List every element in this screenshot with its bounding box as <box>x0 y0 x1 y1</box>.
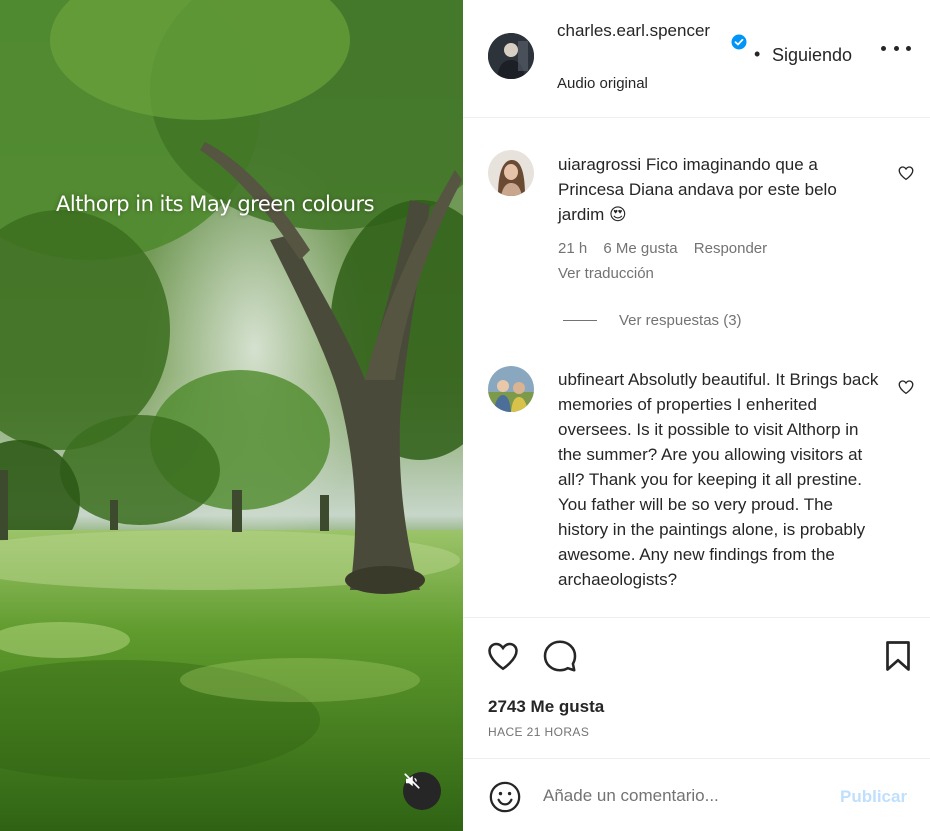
user-avatar-icon <box>488 150 534 196</box>
replies-divider <box>563 320 597 321</box>
comment-bubble-icon[interactable] <box>542 638 578 674</box>
comment-like-heart-icon[interactable] <box>897 164 915 182</box>
comments-list[interactable]: uiaragrossi Fico imaginando que a Prince… <box>463 119 930 617</box>
audio-original-link[interactable]: Audio original <box>557 75 648 92</box>
more-dot <box>893 45 899 51</box>
commenter-avatar[interactable] <box>488 366 534 412</box>
verified-badge-icon <box>731 34 747 50</box>
comment-time: 21 h <box>558 240 588 257</box>
following-button[interactable]: Siguiendo <box>772 45 852 66</box>
likes-count[interactable]: 2743 Me gusta <box>488 697 604 717</box>
post-header: charles.earl.spencer • Siguiendo Audio o… <box>463 0 930 118</box>
comment-likes-count[interactable]: 6 Me gusta <box>603 240 677 257</box>
commenter-avatar[interactable] <box>488 150 534 196</box>
instagram-post-modal: Althorp in its May green colours charles… <box>0 0 930 831</box>
speaker-muted-icon <box>404 773 420 789</box>
reply-button[interactable]: Responder <box>694 240 767 257</box>
comment-text: ubfineart Absolutly beautiful. It Brings… <box>558 367 886 592</box>
video-caption-overlay: Althorp in its May green colours <box>56 192 375 216</box>
view-replies-button[interactable]: Ver respuestas (3) <box>563 312 742 329</box>
see-translation-link[interactable]: Ver traducción <box>558 265 654 282</box>
post-actions: 2743 Me gusta HACE 21 HORAS <box>463 617 930 757</box>
follow-separator: • <box>754 44 761 64</box>
comment-username[interactable]: uiaragrossi <box>558 155 641 174</box>
user-avatar-icon <box>488 366 534 412</box>
heart-icon[interactable] <box>485 638 521 674</box>
comment-text: uiaragrossi Fico imaginando que a Prince… <box>558 152 886 227</box>
post-video[interactable]: Althorp in its May green colours <box>0 0 463 831</box>
mute-toggle-button[interactable] <box>403 772 441 810</box>
comment-username[interactable]: ubfineart <box>558 370 624 389</box>
emoji-smiley-icon[interactable] <box>488 780 522 814</box>
author-username[interactable]: charles.earl.spencer <box>557 20 727 42</box>
publish-button[interactable]: Publicar <box>840 787 907 807</box>
comment-meta: 21 h 6 Me gusta Responder <box>558 240 779 257</box>
user-avatar-icon <box>488 33 534 79</box>
comment-emoji: 😍 <box>609 205 627 224</box>
bookmark-icon[interactable] <box>880 638 916 674</box>
comment-composer: Publicar <box>463 758 930 831</box>
comment-like-heart-icon[interactable] <box>897 378 915 396</box>
more-dot <box>906 45 911 51</box>
post-timestamp: HACE 21 HORAS <box>488 725 590 739</box>
post-side-panel: charles.earl.spencer • Siguiendo Audio o… <box>463 0 930 831</box>
more-options-icon[interactable] <box>881 38 911 58</box>
author-avatar[interactable] <box>488 33 534 79</box>
view-replies-label: Ver respuestas (3) <box>619 312 742 329</box>
comment-content: Absolutly beautiful. It Brings back memo… <box>558 370 879 589</box>
video-frame-park-trees <box>0 0 463 831</box>
add-comment-input[interactable] <box>543 781 813 811</box>
more-dot <box>881 45 886 51</box>
